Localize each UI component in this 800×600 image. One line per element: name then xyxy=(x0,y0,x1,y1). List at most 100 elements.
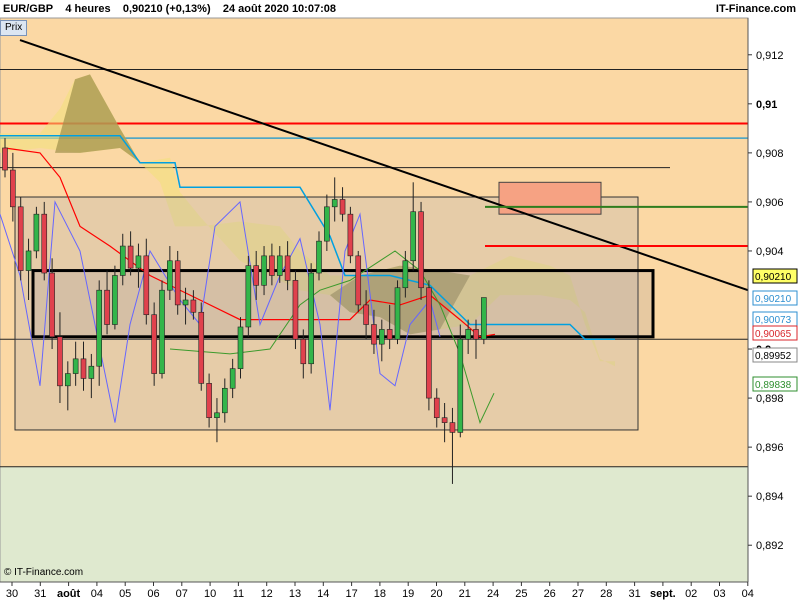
x-tick-label: 13 xyxy=(289,588,301,600)
range-box-focus xyxy=(31,269,655,339)
candle-body[interactable] xyxy=(104,289,110,325)
brand-label: IT-Finance.com xyxy=(715,3,796,15)
candle-body[interactable] xyxy=(308,272,314,365)
candle-body[interactable] xyxy=(88,365,95,379)
x-tick-label: 27 xyxy=(572,588,584,600)
candle-body[interactable] xyxy=(457,338,464,433)
candle-body[interactable] xyxy=(222,387,228,414)
candle-body[interactable] xyxy=(151,314,157,374)
x-tick-label: 28 xyxy=(600,588,612,600)
candle-body[interactable] xyxy=(410,211,417,262)
x-tick-label: 14 xyxy=(317,588,329,600)
x-tick-label: 04 xyxy=(742,588,754,600)
x-tick-label: 11 xyxy=(233,588,244,600)
price-badge-label: 0,90065 xyxy=(755,329,792,340)
candle-body[interactable] xyxy=(292,280,299,340)
candle-body[interactable] xyxy=(229,368,236,389)
x-tick-label: 18 xyxy=(374,588,386,600)
candle-body[interactable] xyxy=(245,265,252,328)
candle-body[interactable] xyxy=(80,358,87,379)
candle-body[interactable] xyxy=(355,255,362,306)
candle-body[interactable] xyxy=(57,336,63,387)
x-tick-label: 20 xyxy=(430,588,442,600)
candle-body[interactable] xyxy=(441,417,448,423)
candle-body[interactable] xyxy=(269,255,275,276)
candle-body[interactable] xyxy=(331,199,338,208)
candle-body[interactable] xyxy=(96,289,102,367)
y-axis: 0,9120,910,9080,9060,9040,90,8980,8960,8… xyxy=(747,18,800,582)
candle-body[interactable] xyxy=(135,255,142,269)
candle-body[interactable] xyxy=(119,245,126,276)
candle-body[interactable] xyxy=(2,147,8,171)
y-tick-label: 0,896 xyxy=(756,442,784,454)
candle-body[interactable] xyxy=(481,297,487,340)
candle-body[interactable] xyxy=(378,329,385,345)
x-tick-label: sept. xyxy=(650,588,676,600)
x-tick-label: 24 xyxy=(487,588,499,600)
y-tick-label: 0,898 xyxy=(756,393,784,405)
candle-body[interactable] xyxy=(112,275,118,325)
x-tick-label: 30 xyxy=(6,588,18,600)
candle-body[interactable] xyxy=(49,272,55,338)
candle-body[interactable] xyxy=(167,260,173,291)
x-tick-label: 03 xyxy=(713,588,725,600)
x-tick-label: 21 xyxy=(459,588,471,600)
candle-body[interactable] xyxy=(72,358,79,374)
candle-body[interactable] xyxy=(426,287,432,399)
candle-body[interactable] xyxy=(339,199,346,215)
chart-header-left: EUR/GBP 4 heures 0,90210 (+0,13%) 24 aoû… xyxy=(3,0,336,18)
y-tick-label: 0,906 xyxy=(756,197,784,209)
x-tick-label: 31 xyxy=(628,588,640,600)
candle-body[interactable] xyxy=(276,255,283,276)
candle-body[interactable] xyxy=(174,260,181,306)
datetime-label: 24 août 2020 10:07:08 xyxy=(222,3,336,15)
price-badge-label: 0,90073 xyxy=(755,315,792,326)
candle-body[interactable] xyxy=(41,213,48,274)
candle-body[interactable] xyxy=(198,311,205,384)
candle-body[interactable] xyxy=(300,338,307,365)
candle-body[interactable] xyxy=(25,250,32,271)
y-tick-label: 0,894 xyxy=(756,491,784,503)
candle-body[interactable] xyxy=(190,299,197,313)
candle-body[interactable] xyxy=(261,255,267,286)
candle-body[interactable] xyxy=(143,255,150,316)
candle-body[interactable] xyxy=(17,206,24,271)
candle-body[interactable] xyxy=(324,206,330,242)
candle-body[interactable] xyxy=(371,324,377,345)
candle-body[interactable] xyxy=(418,211,424,289)
candle-body[interactable] xyxy=(159,289,165,374)
candle-body[interactable] xyxy=(449,422,456,433)
price-badge-label: 0,89952 xyxy=(755,351,792,362)
candle-body[interactable] xyxy=(433,397,440,419)
candle-body[interactable] xyxy=(33,213,40,252)
candle-body[interactable] xyxy=(394,287,401,340)
candle-body[interactable] xyxy=(127,245,134,269)
x-tick-label: 02 xyxy=(685,588,697,600)
candle-body[interactable] xyxy=(386,329,393,340)
candle-body[interactable] xyxy=(65,373,71,387)
candle-body[interactable] xyxy=(237,326,244,369)
candle-body[interactable] xyxy=(363,304,369,325)
candle-body[interactable] xyxy=(402,260,409,289)
y-tick-label: 0,91 xyxy=(756,99,777,111)
y-tick-label: 0,912 xyxy=(756,50,784,62)
price-chart[interactable]: 0,9120,910,9080,9060,9040,90,8980,8960,8… xyxy=(0,0,800,600)
price-legend-tag[interactable]: Prix xyxy=(0,20,28,36)
candle-body[interactable] xyxy=(10,169,16,208)
candle-body[interactable] xyxy=(284,255,291,281)
x-tick-label: 04 xyxy=(91,588,103,600)
y-tick-label: 0,908 xyxy=(756,148,784,160)
x-tick-label: 31 xyxy=(34,588,46,600)
y-tick-label: 0,892 xyxy=(756,540,784,552)
candle-body[interactable] xyxy=(206,383,212,419)
candle-body[interactable] xyxy=(465,329,471,340)
candle-body[interactable] xyxy=(347,213,354,257)
candle-body[interactable] xyxy=(214,412,220,419)
x-tick-label: 17 xyxy=(345,588,357,600)
candle-body[interactable] xyxy=(316,240,322,274)
candle-body[interactable] xyxy=(182,299,189,306)
candle-body[interactable] xyxy=(253,265,259,286)
x-tick-label: 19 xyxy=(402,588,414,600)
timeframe-label: 4 heures xyxy=(65,3,111,15)
candle-body[interactable] xyxy=(473,329,479,340)
